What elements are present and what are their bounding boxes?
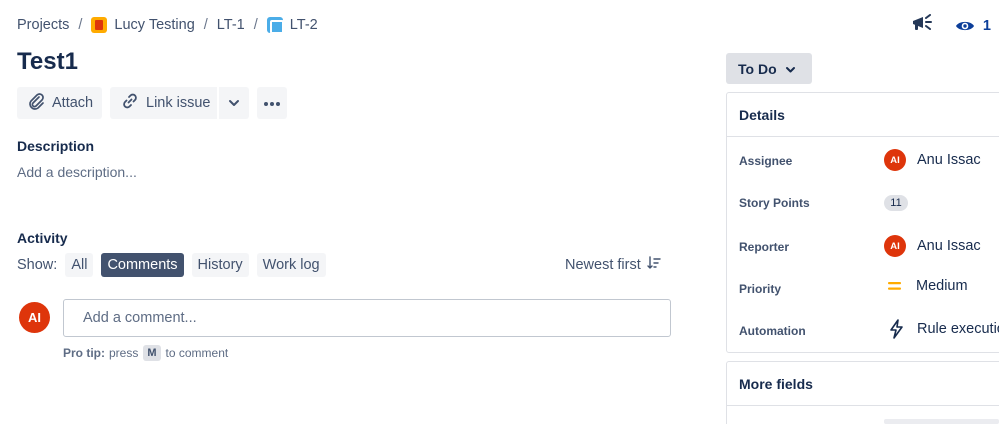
reporter-field[interactable]: AI Anu Issac [884,235,981,257]
automation-value: Rule executio [917,321,999,337]
filter-work-log[interactable]: Work log [256,253,326,277]
sort-label: Newest first [565,257,641,273]
issue-header-actions: 1 [911,14,991,37]
breadcrumb-separator: / [78,17,83,33]
more-fields-heading-label: More fields [739,375,813,392]
automation-label: Automation [739,324,806,338]
avatar: AI [884,149,906,171]
reporter-value: Anu Issac [917,238,981,254]
priority-label: Priority [739,282,782,296]
comment-input[interactable]: Add a comment... [63,299,671,337]
pro-tip-press: press [109,346,139,360]
details-heading-label: Details [739,106,785,123]
breadcrumb-parent-link[interactable]: LT-1 [217,17,245,33]
pro-tip: Pro tip: press M to comment [63,345,228,361]
watch-button[interactable]: 1 [955,18,991,34]
assignee-value: Anu Issac [917,152,981,168]
description-heading: Description [17,138,95,154]
field-placeholder-bar [884,419,999,424]
avatar: AI [884,235,906,257]
automation-field[interactable]: Rule executio [889,319,999,339]
attach-button[interactable]: Attach [17,87,102,119]
more-horizontal-icon [263,95,281,111]
activity-heading: Activity [17,230,68,246]
eye-icon [955,21,974,30]
filter-comments[interactable]: Comments [101,253,184,277]
chevron-down-icon [785,61,796,77]
breadcrumb-separator: / [253,17,258,33]
avatar: AI [19,302,50,333]
feedback-megaphone-icon[interactable] [911,14,933,37]
status-dropdown[interactable]: To Do [726,53,812,84]
show-label: Show: [17,257,58,273]
subtask-icon [266,17,284,34]
filter-all[interactable]: All [65,253,94,277]
assignee-field[interactable]: AI Anu Issac [884,149,981,171]
project-icon [91,17,108,33]
filter-history[interactable]: History [191,253,249,277]
details-heading[interactable]: Details [727,93,999,137]
priority-field[interactable]: Medium [888,278,968,294]
breadcrumb-separator: / [203,17,208,33]
priority-medium-icon [888,281,901,291]
link-issue-button[interactable]: Link issue [110,87,217,119]
assignee-label: Assignee [739,154,793,168]
paperclip-icon [27,92,45,114]
breadcrumb-project-link[interactable]: Lucy Testing [114,17,194,33]
link-issue-label: Link issue [146,95,211,111]
more-fields-panel: More fields [726,361,999,424]
breadcrumb: Projects / Lucy Testing / LT-1 / LT-2 [17,14,318,36]
attach-label: Attach [52,95,94,111]
link-icon [121,92,139,114]
link-issue-dropdown-button[interactable] [219,87,249,119]
issue-title[interactable]: Test1 [17,48,78,76]
story-points-field[interactable]: 11 [884,195,908,211]
chevron-down-icon [228,95,240,111]
sort-descending-icon [647,256,661,274]
description-input[interactable]: Add a description... [17,164,137,180]
pro-tip-suffix: to comment [165,346,229,360]
breadcrumb-issue-link[interactable]: LT-2 [290,17,318,33]
breadcrumb-projects-link[interactable]: Projects [17,17,69,33]
details-panel: Details [726,92,999,353]
status-label: To Do [738,60,777,77]
story-points-label: Story Points [739,196,810,210]
watch-count: 1 [982,17,991,34]
pro-tip-label: Pro tip: [63,346,105,360]
sort-order-button[interactable]: Newest first [565,256,661,274]
keyboard-shortcut-key: M [143,345,161,361]
story-points-value: 11 [884,195,908,211]
lightning-bolt-icon [889,319,904,339]
activity-filter-bar: Show: All Comments History Work log [17,253,326,277]
priority-value: Medium [916,278,968,294]
more-actions-button[interactable] [257,87,287,119]
reporter-label: Reporter [739,240,790,254]
more-fields-heading[interactable]: More fields [727,362,999,406]
